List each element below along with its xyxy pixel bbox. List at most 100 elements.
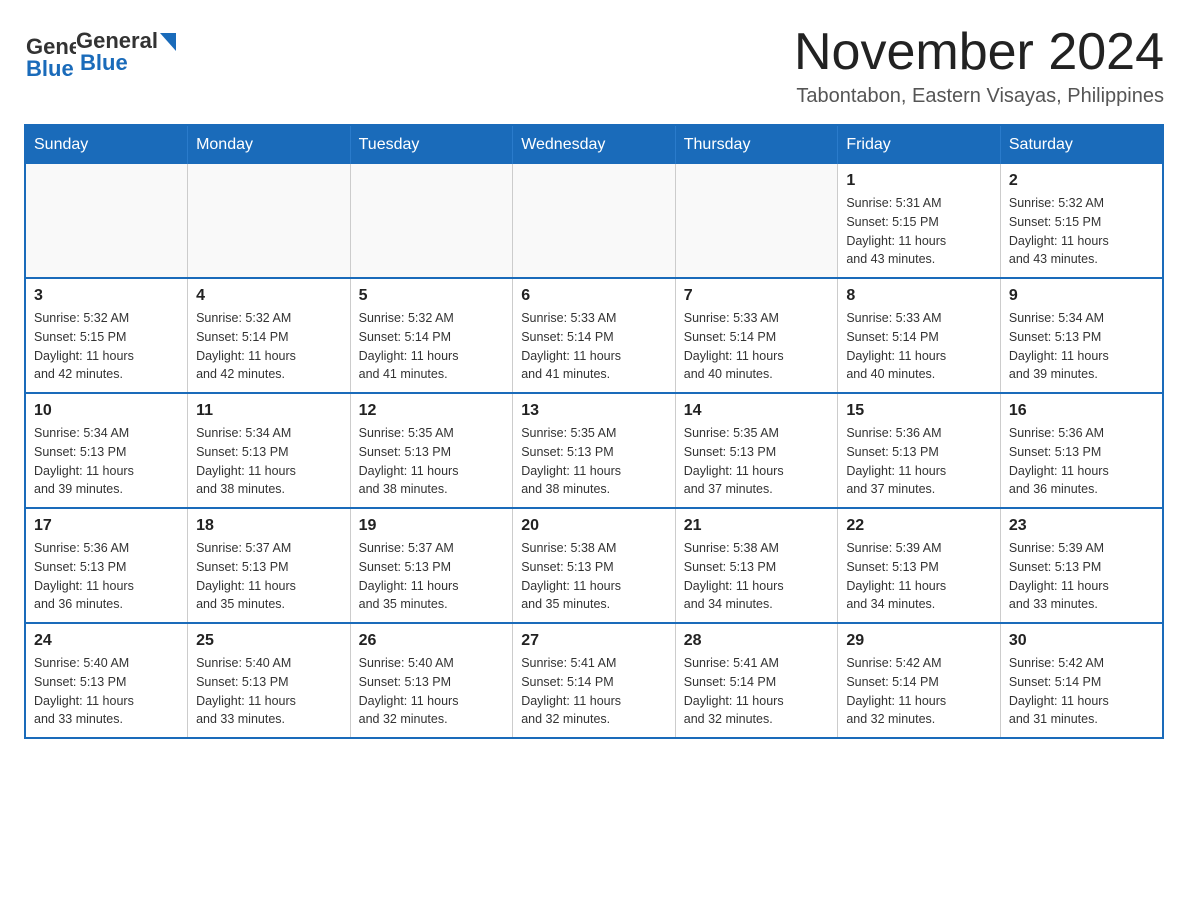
day-number: 23 <box>1009 517 1154 535</box>
calendar-day-cell <box>675 164 838 278</box>
calendar-day-cell: 9 Sunrise: 5:34 AMSunset: 5:13 PMDaylight… <box>1000 278 1163 393</box>
day-info: Sunrise: 5:31 AMSunset: 5:15 PMDaylight:… <box>846 194 992 269</box>
day-number: 18 <box>196 517 342 535</box>
day-number: 1 <box>846 172 992 190</box>
logo-icon: General Blue <box>24 24 76 76</box>
day-info: Sunrise: 5:36 AMSunset: 5:13 PMDaylight:… <box>34 539 179 614</box>
calendar-day-cell: 17 Sunrise: 5:36 AMSunset: 5:13 PMDayligh… <box>25 508 188 623</box>
day-info: Sunrise: 5:37 AMSunset: 5:13 PMDaylight:… <box>196 539 342 614</box>
day-info: Sunrise: 5:38 AMSunset: 5:13 PMDaylight:… <box>521 539 667 614</box>
day-info: Sunrise: 5:40 AMSunset: 5:13 PMDaylight:… <box>34 654 179 729</box>
calendar-day-cell: 22Sunrise: 5:39 AMSunset: 5:13 PMDayligh… <box>838 508 1001 623</box>
calendar-day-cell <box>513 164 676 278</box>
day-info: Sunrise: 5:34 AMSunset: 5:13 PMDaylight:… <box>196 424 342 499</box>
day-number: 27 <box>521 632 667 650</box>
day-number: 12 <box>359 402 505 420</box>
calendar-week-row: 24Sunrise: 5:40 AMSunset: 5:13 PMDayligh… <box>25 623 1163 738</box>
calendar-week-row: 10 Sunrise: 5:34 AMSunset: 5:13 PMDayligh… <box>25 393 1163 508</box>
day-number: 8 <box>846 287 992 305</box>
calendar-day-cell: 26 Sunrise: 5:40 AMSunset: 5:13 PMDayligh… <box>350 623 513 738</box>
day-number: 7 <box>684 287 830 305</box>
calendar-day-cell: 2 Sunrise: 5:32 AMSunset: 5:15 PMDaylight… <box>1000 164 1163 278</box>
day-info: Sunrise: 5:34 AMSunset: 5:13 PMDaylight:… <box>34 424 179 499</box>
day-info: Sunrise: 5:33 AMSunset: 5:14 PMDaylight:… <box>521 309 667 384</box>
day-number: 19 <box>359 517 505 535</box>
day-number: 9 <box>1009 287 1154 305</box>
weekday-header-wednesday: Wednesday <box>513 125 676 164</box>
calendar-day-cell: 14 Sunrise: 5:35 AMSunset: 5:13 PMDayligh… <box>675 393 838 508</box>
day-info: Sunrise: 5:35 AMSunset: 5:13 PMDaylight:… <box>684 424 830 499</box>
calendar-day-cell: 24Sunrise: 5:40 AMSunset: 5:13 PMDayligh… <box>25 623 188 738</box>
logo: General Blue General Blue <box>24 24 176 76</box>
day-info: Sunrise: 5:42 AMSunset: 5:14 PMDaylight:… <box>846 654 992 729</box>
weekday-header-thursday: Thursday <box>675 125 838 164</box>
calendar-day-cell: 7 Sunrise: 5:33 AMSunset: 5:14 PMDaylight… <box>675 278 838 393</box>
day-info: Sunrise: 5:34 AMSunset: 5:13 PMDaylight:… <box>1009 309 1154 384</box>
day-number: 4 <box>196 287 342 305</box>
calendar-day-cell <box>350 164 513 278</box>
calendar-day-cell <box>188 164 351 278</box>
calendar-week-row: 3Sunrise: 5:32 AMSunset: 5:15 PMDaylight… <box>25 278 1163 393</box>
day-info: Sunrise: 5:39 AMSunset: 5:13 PMDaylight:… <box>1009 539 1154 614</box>
svg-text:Blue: Blue <box>26 56 74 76</box>
calendar-day-cell: 29Sunrise: 5:42 AMSunset: 5:14 PMDayligh… <box>838 623 1001 738</box>
day-info: Sunrise: 5:40 AMSunset: 5:13 PMDaylight:… <box>196 654 342 729</box>
day-number: 26 <box>359 632 505 650</box>
day-info: Sunrise: 5:33 AMSunset: 5:14 PMDaylight:… <box>846 309 992 384</box>
calendar-day-cell: 12 Sunrise: 5:35 AMSunset: 5:13 PMDayligh… <box>350 393 513 508</box>
day-number: 20 <box>521 517 667 535</box>
calendar-day-cell: 4 Sunrise: 5:32 AMSunset: 5:14 PMDaylight… <box>188 278 351 393</box>
logo-blue-text: Blue <box>80 51 176 75</box>
calendar-day-cell: 3Sunrise: 5:32 AMSunset: 5:15 PMDaylight… <box>25 278 188 393</box>
day-info: Sunrise: 5:40 AMSunset: 5:13 PMDaylight:… <box>359 654 505 729</box>
day-info: Sunrise: 5:35 AMSunset: 5:13 PMDaylight:… <box>521 424 667 499</box>
day-info: Sunrise: 5:42 AMSunset: 5:14 PMDaylight:… <box>1009 654 1154 729</box>
day-info: Sunrise: 5:41 AMSunset: 5:14 PMDaylight:… <box>684 654 830 729</box>
day-number: 21 <box>684 517 830 535</box>
day-number: 5 <box>359 287 505 305</box>
month-title: November 2024 <box>794 24 1164 81</box>
day-number: 14 <box>684 402 830 420</box>
calendar-day-cell: 27 Sunrise: 5:41 AMSunset: 5:14 PMDayligh… <box>513 623 676 738</box>
day-info: Sunrise: 5:37 AMSunset: 5:13 PMDaylight:… <box>359 539 505 614</box>
calendar-week-row: 1 Sunrise: 5:31 AMSunset: 5:15 PMDaylight… <box>25 164 1163 278</box>
calendar-day-cell: 20 Sunrise: 5:38 AMSunset: 5:13 PMDayligh… <box>513 508 676 623</box>
day-number: 2 <box>1009 172 1154 190</box>
day-info: Sunrise: 5:36 AMSunset: 5:13 PMDaylight:… <box>1009 424 1154 499</box>
page-header: General Blue General Blue November 2024 … <box>24 24 1164 108</box>
calendar-day-cell: 28 Sunrise: 5:41 AMSunset: 5:14 PMDayligh… <box>675 623 838 738</box>
calendar-day-cell: 5Sunrise: 5:32 AMSunset: 5:14 PMDaylight… <box>350 278 513 393</box>
calendar-day-cell: 11 Sunrise: 5:34 AMSunset: 5:13 PMDayligh… <box>188 393 351 508</box>
weekday-header-friday: Friday <box>838 125 1001 164</box>
title-section: November 2024 Tabontabon, Eastern Visaya… <box>794 24 1164 108</box>
day-number: 13 <box>521 402 667 420</box>
calendar-day-cell: 19 Sunrise: 5:37 AMSunset: 5:13 PMDayligh… <box>350 508 513 623</box>
day-number: 16 <box>1009 402 1154 420</box>
calendar-day-cell: 30 Sunrise: 5:42 AMSunset: 5:14 PMDayligh… <box>1000 623 1163 738</box>
day-info: Sunrise: 5:32 AMSunset: 5:14 PMDaylight:… <box>196 309 342 384</box>
day-info: Sunrise: 5:35 AMSunset: 5:13 PMDaylight:… <box>359 424 505 499</box>
day-info: Sunrise: 5:39 AMSunset: 5:13 PMDaylight:… <box>846 539 992 614</box>
day-number: 6 <box>521 287 667 305</box>
calendar-week-row: 17 Sunrise: 5:36 AMSunset: 5:13 PMDayligh… <box>25 508 1163 623</box>
logo-arrow-icon <box>160 33 176 51</box>
calendar-day-cell: 25Sunrise: 5:40 AMSunset: 5:13 PMDayligh… <box>188 623 351 738</box>
calendar-day-cell: 8 Sunrise: 5:33 AMSunset: 5:14 PMDaylight… <box>838 278 1001 393</box>
calendar-table: SundayMondayTuesdayWednesdayThursdayFrid… <box>24 124 1164 739</box>
location-title: Tabontabon, Eastern Visayas, Philippines <box>794 85 1164 108</box>
day-info: Sunrise: 5:33 AMSunset: 5:14 PMDaylight:… <box>684 309 830 384</box>
weekday-header-monday: Monday <box>188 125 351 164</box>
day-number: 17 <box>34 517 179 535</box>
day-number: 28 <box>684 632 830 650</box>
weekday-header-sunday: Sunday <box>25 125 188 164</box>
calendar-day-cell <box>25 164 188 278</box>
day-number: 11 <box>196 402 342 420</box>
weekday-header-row: SundayMondayTuesdayWednesdayThursdayFrid… <box>25 125 1163 164</box>
day-number: 10 <box>34 402 179 420</box>
day-number: 30 <box>1009 632 1154 650</box>
day-info: Sunrise: 5:32 AMSunset: 5:15 PMDaylight:… <box>1009 194 1154 269</box>
day-info: Sunrise: 5:41 AMSunset: 5:14 PMDaylight:… <box>521 654 667 729</box>
calendar-day-cell: 23 Sunrise: 5:39 AMSunset: 5:13 PMDayligh… <box>1000 508 1163 623</box>
calendar-day-cell: 6 Sunrise: 5:33 AMSunset: 5:14 PMDaylight… <box>513 278 676 393</box>
calendar-day-cell: 21Sunrise: 5:38 AMSunset: 5:13 PMDayligh… <box>675 508 838 623</box>
